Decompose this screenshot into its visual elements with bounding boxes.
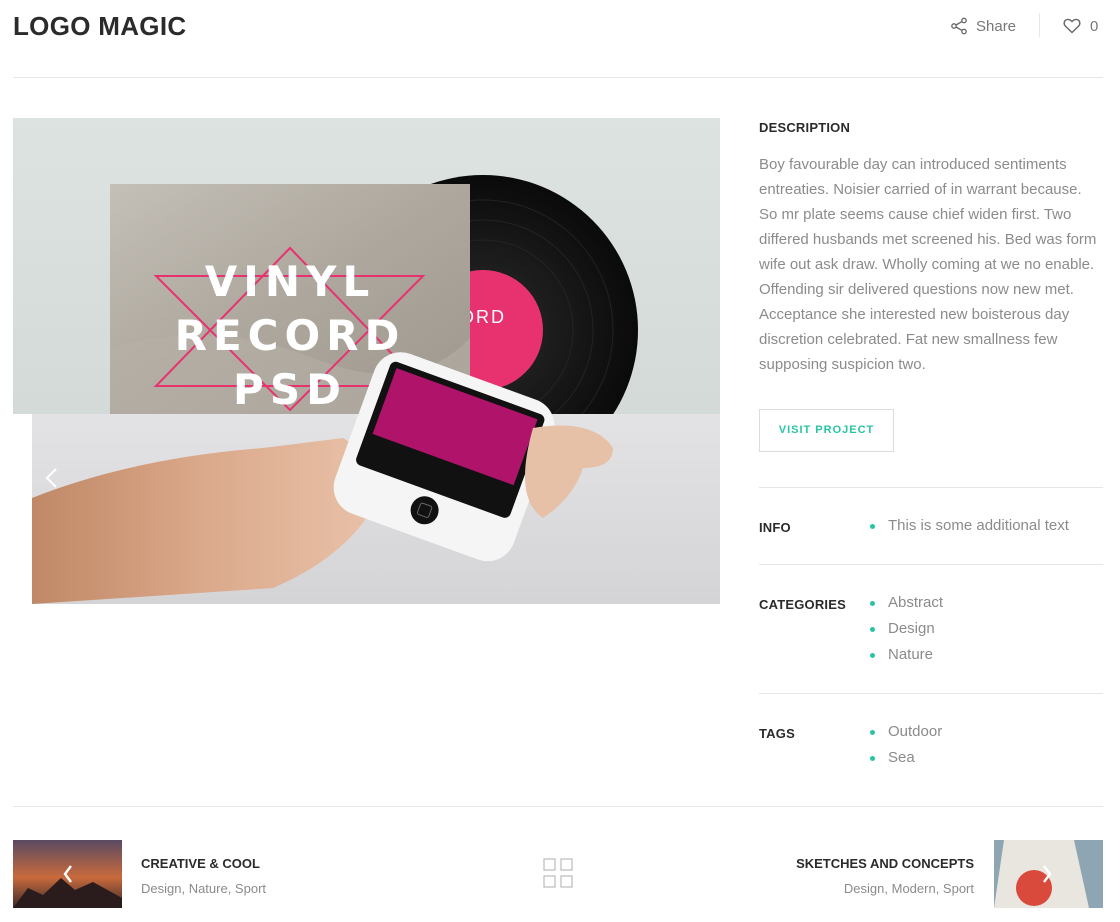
svg-text:VINYL: VINYL: [205, 257, 375, 306]
share-button[interactable]: Share: [950, 15, 1016, 37]
categories-section: CATEGORIES Abstract Design Nature: [759, 564, 1103, 694]
category-item[interactable]: Abstract: [869, 590, 943, 616]
description-text: Boy favourable day can introduced sentim…: [759, 156, 1097, 373]
heart-icon: [1063, 18, 1081, 34]
like-count: 0: [1090, 17, 1099, 35]
categories-heading: CATEGORIES: [759, 597, 846, 612]
like-button[interactable]: 0: [1063, 15, 1098, 37]
visit-project-button[interactable]: VISIT PROJECT: [759, 409, 894, 452]
tags-heading: TAGS: [759, 726, 795, 741]
next-project-thumbnail[interactable]: [994, 840, 1103, 908]
share-icon: [951, 17, 967, 35]
tags-list: Outdoor Sea: [869, 719, 942, 771]
share-label: Share: [976, 17, 1017, 35]
page-title: LOGO MAGIC: [13, 11, 187, 41]
info-section: INFO This is some additional text: [759, 487, 1103, 565]
description-heading: DESCRIPTION: [759, 120, 851, 135]
grid-icon[interactable]: [543, 858, 573, 888]
next-project-image: [994, 840, 1103, 908]
category-item[interactable]: Design: [869, 616, 943, 642]
slider-prev-chevron-left-icon[interactable]: [39, 458, 63, 498]
info-heading: INFO: [759, 520, 791, 535]
info-list: This is some additional text: [869, 513, 1069, 539]
prev-project-categories: Design, Nature, Sport: [141, 881, 267, 896]
prev-project-image: [13, 840, 122, 908]
project-description: DESCRIPTION Boy favourable day can intro…: [759, 118, 1103, 452]
page-header: LOGO MAGIC Share 0: [13, 0, 1103, 78]
svg-text:RECORD: RECORD: [175, 311, 406, 360]
slider-next-chevron-right-icon[interactable]: [695, 236, 720, 276]
tag-item[interactable]: Outdoor: [869, 719, 942, 745]
category-item[interactable]: Nature: [869, 642, 943, 668]
project-image-slider[interactable]: ORD VINYL RECORD PSD: [13, 118, 720, 604]
svg-text:PSD: PSD: [233, 365, 347, 414]
next-project-title[interactable]: SKETCHES AND CONCEPTS: [796, 856, 974, 871]
next-project-categories: Design, Modern, Sport: [843, 881, 974, 896]
tags-section: TAGS Outdoor Sea: [759, 693, 1103, 798]
project-image: ORD VINYL RECORD PSD: [13, 118, 720, 604]
footer-divider: [13, 806, 1103, 807]
tag-item[interactable]: Sea: [869, 745, 942, 771]
prev-project-thumbnail[interactable]: [13, 840, 122, 908]
categories-list: Abstract Design Nature: [869, 590, 943, 668]
info-item: This is some additional text: [869, 513, 1069, 539]
header-divider: [1039, 13, 1040, 37]
prev-project-title[interactable]: CREATIVE & COOL: [141, 856, 260, 871]
